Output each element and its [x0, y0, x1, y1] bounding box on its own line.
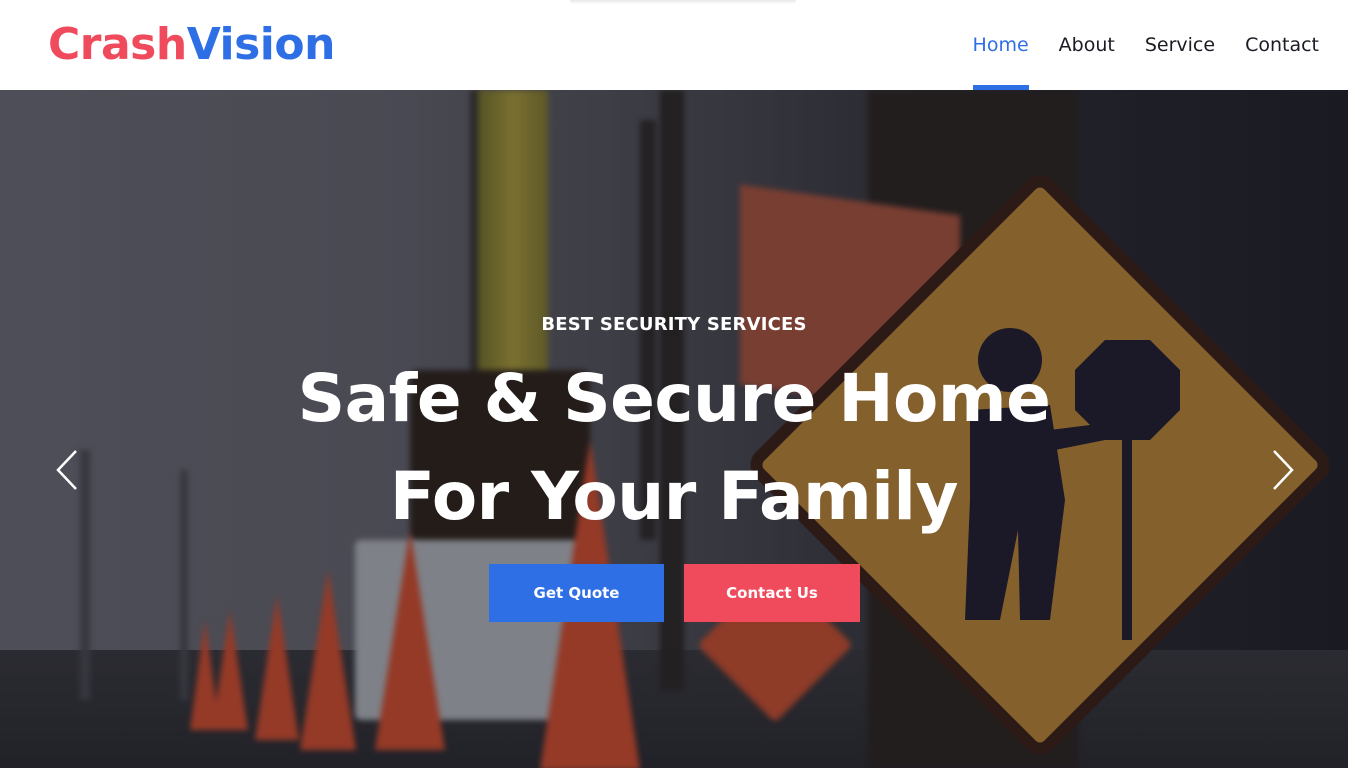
chevron-right-icon: [1273, 450, 1294, 490]
hero-headline: Safe & Secure Home For Your Family: [0, 350, 1348, 546]
carousel-next-button[interactable]: [1262, 445, 1302, 495]
top-shadow-decoration: [570, 0, 796, 4]
chevron-left-icon: [56, 450, 77, 490]
main-nav: Home About Service Contact: [958, 0, 1334, 90]
contact-us-button[interactable]: Contact Us: [684, 564, 860, 622]
nav-item-home[interactable]: Home: [958, 0, 1044, 90]
hero-eyebrow: BEST SECURITY SERVICES: [541, 314, 807, 335]
nav-item-service[interactable]: Service: [1130, 0, 1230, 90]
get-quote-button[interactable]: Get Quote: [489, 564, 664, 622]
nav-item-contact[interactable]: Contact: [1230, 0, 1334, 90]
nav-item-about[interactable]: About: [1044, 0, 1130, 90]
hero-headline-line2: For Your Family: [389, 458, 959, 535]
site-header: CrashVision Home About Service Contact: [0, 0, 1348, 90]
brand-logo-part1: Crash: [48, 19, 187, 70]
brand-logo-part2: Vision: [186, 19, 336, 70]
hero-carousel: BEST SECURITY SERVICES Safe & Secure Hom…: [0, 90, 1348, 768]
brand-logo[interactable]: CrashVision: [48, 18, 335, 72]
hero-headline-line1: Safe & Secure Home: [297, 360, 1051, 437]
carousel-prev-button[interactable]: [48, 445, 88, 495]
